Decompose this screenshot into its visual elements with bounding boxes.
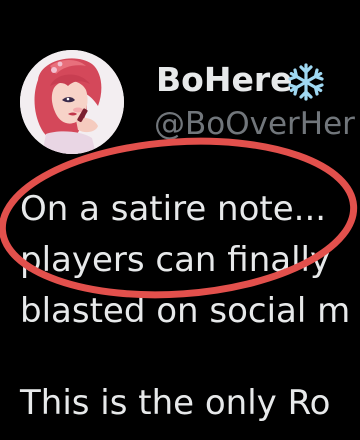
display-name[interactable]: BoHere: [156, 60, 292, 100]
anime-avatar-icon: [20, 50, 124, 154]
tweet-line: On a satire note...: [20, 189, 327, 229]
tweet-body: On a satire note... players can finally …: [20, 184, 360, 429]
avatar[interactable]: [20, 50, 124, 154]
tweet-screenshot: BoHere @BoOverHer On a satire note... pl…: [0, 0, 360, 440]
tweet-line: players can finally: [20, 240, 331, 280]
user-handle[interactable]: @BoOverHer: [154, 104, 355, 144]
tweet-line: blasted on social m: [20, 291, 351, 331]
snowflake-icon: [288, 63, 324, 101]
tweet-line: This is the only Ro: [20, 383, 331, 423]
